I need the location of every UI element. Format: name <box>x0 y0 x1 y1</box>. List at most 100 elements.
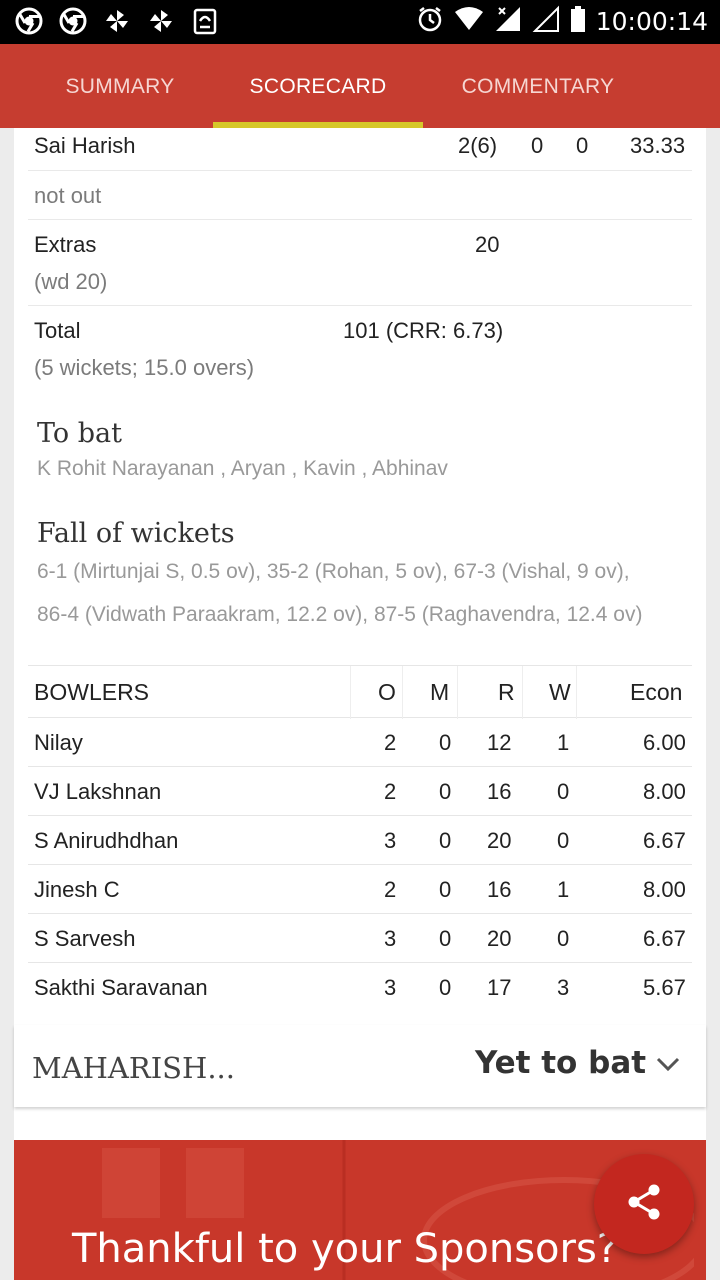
bowler-overs: 3 <box>384 926 397 951</box>
bowler-overs: 3 <box>384 828 397 853</box>
bowler-runs: 12 <box>487 730 512 755</box>
bowler-overs: 2 <box>384 730 397 755</box>
bowler-runs: 20 <box>487 828 512 853</box>
bowlers-header-wickets: W <box>549 679 571 705</box>
extras-value: 20 <box>475 232 500 257</box>
table-row[interactable]: Sakthi Saravanan 3 0 17 3 5.67 <box>28 963 692 1012</box>
clock: 10:00:14 <box>595 7 708 36</box>
bowler-wickets: 0 <box>557 779 570 804</box>
bowler-maidens: 0 <box>439 828 452 853</box>
signal-empty-icon <box>532 5 560 38</box>
status-bar: 10:00:14 <box>0 0 720 44</box>
bowler-name[interactable]: S Sarvesh <box>34 914 136 963</box>
bowlers-table: BOWLERS O M R W Econ Nilay 2 0 12 1 6.00… <box>28 665 692 1012</box>
bowler-maidens: 0 <box>439 926 452 951</box>
dismissal-text: not out <box>34 183 102 208</box>
bowler-maidens: 0 <box>439 877 452 902</box>
bowler-overs: 2 <box>384 877 397 902</box>
table-row[interactable]: S Anirudhdhan 3 0 20 0 6.67 <box>28 816 692 865</box>
bowler-overs: 2 <box>384 779 397 804</box>
tab-scorecard[interactable]: SCORECARD <box>198 44 438 128</box>
total-label: Total <box>34 318 81 343</box>
pinwheel-icon <box>146 6 176 36</box>
batsman-fours: 0 <box>531 133 544 158</box>
extras-label: Extras <box>34 232 97 257</box>
column-divider <box>576 666 577 719</box>
bowler-econ: 6.67 <box>643 828 686 853</box>
table-row[interactable]: S Sarvesh 3 0 20 0 6.67 <box>28 914 692 963</box>
dismissal-row: not out <box>28 171 692 220</box>
sponsor-text: Thankful to your Sponsors? <box>72 1226 619 1272</box>
bowlers-header-row: BOWLERS O M R W Econ <box>28 665 692 719</box>
bowler-econ: 5.67 <box>643 975 686 1000</box>
bowlers-header-name: BOWLERS <box>34 679 150 705</box>
total-row: Total (5 wickets; 15.0 overs) 101 (CRR: … <box>28 306 692 391</box>
bowler-name[interactable]: Nilay <box>34 718 83 767</box>
bowler-runs: 20 <box>487 926 512 951</box>
table-row[interactable]: VJ Lakshnan 2 0 16 0 8.00 <box>28 767 692 816</box>
column-divider <box>522 666 523 719</box>
team-status: Yet to bat <box>475 1045 647 1081</box>
wifi-icon <box>454 6 484 37</box>
bowler-wickets: 0 <box>557 926 570 951</box>
bowler-runs: 16 <box>487 877 512 902</box>
bowler-runs: 16 <box>487 779 512 804</box>
bowler-name[interactable]: Sakthi Saravanan <box>34 963 208 1012</box>
to-bat-players: K Rohit Narayanan , Aryan , Kavin , Abhi… <box>37 457 448 480</box>
pinwheel-icon <box>102 6 132 36</box>
column-divider <box>350 666 351 719</box>
bowler-wickets: 1 <box>557 730 570 755</box>
extras-detail: (wd 20) <box>34 269 108 294</box>
bowler-maidens: 0 <box>439 779 452 804</box>
bowler-maidens: 0 <box>439 975 452 1000</box>
fall-of-wickets-heading: Fall of wickets <box>37 518 235 549</box>
bowler-name[interactable]: VJ Lakshnan <box>34 767 161 816</box>
bowlers-header-overs: O <box>378 679 396 705</box>
battery-icon <box>570 5 586 38</box>
extras-row: Extras (wd 20) 20 <box>28 220 692 306</box>
column-divider <box>402 666 403 719</box>
table-row[interactable]: Jinesh C 2 0 16 1 8.00 <box>28 865 692 914</box>
clipboard-icon <box>190 6 220 36</box>
team-name: MAHARISH... <box>32 1051 235 1085</box>
bowlers-header-econ: Econ <box>630 679 683 705</box>
bowler-econ: 8.00 <box>643 877 686 902</box>
bowler-wickets: 3 <box>557 975 570 1000</box>
notification-icons <box>14 6 220 36</box>
chrome-icon <box>58 6 88 36</box>
batsman-strike-rate: 33.33 <box>630 133 686 158</box>
bowler-econ: 6.00 <box>643 730 686 755</box>
bowlers-header-maidens: M <box>430 679 450 705</box>
team-innings-header[interactable]: MAHARISH... Yet to bat <box>14 1025 706 1107</box>
bowler-econ: 8.00 <box>643 779 686 804</box>
share-button[interactable] <box>594 1154 694 1254</box>
batsman-name[interactable]: Sai Harish <box>34 133 135 159</box>
scorecard-tab-bar: SUMMARY SCORECARD COMMENTARY <box>0 44 720 128</box>
bowler-wickets: 0 <box>557 828 570 853</box>
fall-of-wickets-line: 6-1 (Mirtunjai S, 0.5 ov), 35-2 (Rohan, … <box>37 560 630 583</box>
total-value: 101 (CRR: 6.73) <box>343 318 504 343</box>
share-icon <box>624 1182 664 1227</box>
bowler-wickets: 1 <box>557 877 570 902</box>
chrome-icon <box>14 6 44 36</box>
alarm-icon <box>416 5 444 38</box>
bowler-econ: 6.67 <box>643 926 686 951</box>
signal-icon <box>494 5 522 38</box>
tab-commentary[interactable]: COMMENTARY <box>418 44 658 128</box>
fall-of-wickets-line: 86-4 (Vidwath Paraakram, 12.2 ov), 87-5 … <box>37 603 643 626</box>
total-detail: (5 wickets; 15.0 overs) <box>34 355 255 380</box>
to-bat-heading: To bat <box>37 418 122 449</box>
innings-scorecard: Sai Harish 2(6) 0 0 33.33 not out Extras… <box>14 128 706 1155</box>
bowler-name[interactable]: S Anirudhdhan <box>34 816 178 865</box>
column-divider <box>457 666 458 719</box>
batsman-runs-balls: 2(6) <box>458 133 498 158</box>
bowler-runs: 17 <box>487 975 512 1000</box>
system-icons: 10:00:14 <box>416 5 708 38</box>
batsman-row[interactable]: Sai Harish 2(6) 0 0 33.33 <box>28 128 692 171</box>
batsman-sixes: 0 <box>576 133 589 158</box>
chevron-down-icon[interactable] <box>655 1055 681 1078</box>
bowler-overs: 3 <box>384 975 397 1000</box>
bowlers-header-runs: R <box>498 679 515 705</box>
bowler-name[interactable]: Jinesh C <box>34 865 120 914</box>
table-row[interactable]: Nilay 2 0 12 1 6.00 <box>28 718 692 767</box>
